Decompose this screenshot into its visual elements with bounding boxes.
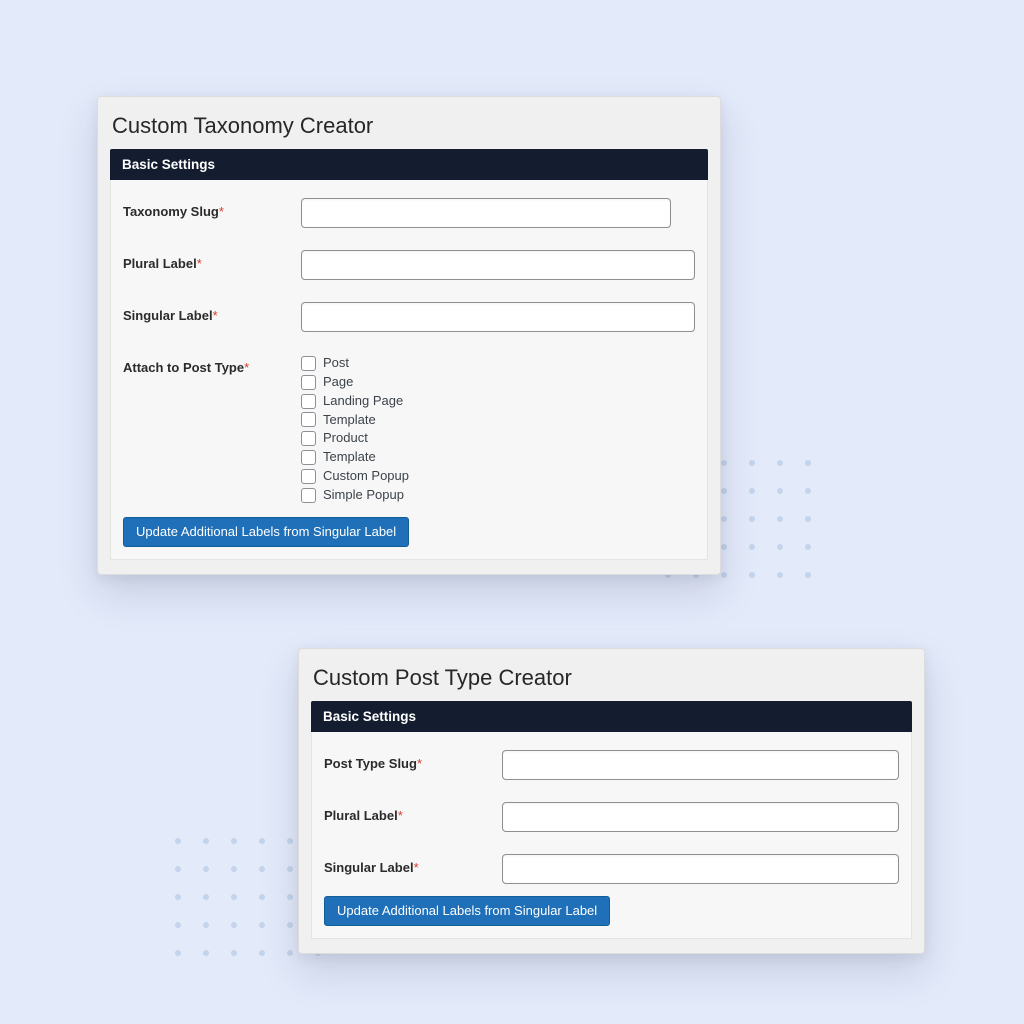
row-plural-label: Plural Label* [123,250,695,280]
plural-label-input[interactable] [301,250,695,280]
option-label: Custom Popup [323,467,409,486]
option-product[interactable]: Product [301,429,695,448]
checkbox[interactable] [301,469,316,484]
row-singular-label: Singular Label* [324,854,899,884]
checkbox[interactable] [301,412,316,427]
option-label: Landing Page [323,392,403,411]
option-page[interactable]: Page [301,373,695,392]
section-header: Basic Settings [311,701,912,732]
taxonomy-slug-input[interactable] [301,198,671,228]
label-taxonomy-slug: Taxonomy Slug* [123,198,301,219]
singular-label-input[interactable] [301,302,695,332]
checkbox[interactable] [301,356,316,371]
label-text: Singular Label [324,860,414,875]
label-text: Taxonomy Slug [123,204,219,219]
option-template-2[interactable]: Template [301,448,695,467]
option-label: Post [323,354,349,373]
row-taxonomy-slug: Taxonomy Slug* [123,198,695,228]
option-label: Simple Popup [323,486,404,505]
required-asterisk: * [197,256,202,271]
label-plural: Plural Label* [123,250,301,271]
post-type-creator-card: Custom Post Type Creator Basic Settings … [298,648,925,954]
checkbox[interactable] [301,450,316,465]
row-singular-label: Singular Label* [123,302,695,332]
checkbox[interactable] [301,431,316,446]
checkbox[interactable] [301,488,316,503]
option-label: Page [323,373,353,392]
required-asterisk: * [417,756,422,771]
plural-label-input[interactable] [502,802,899,832]
checkbox[interactable] [301,375,316,390]
option-label: Product [323,429,368,448]
option-landing-page[interactable]: Landing Page [301,392,695,411]
update-labels-button[interactable]: Update Additional Labels from Singular L… [123,517,409,547]
update-labels-button[interactable]: Update Additional Labels from Singular L… [324,896,610,926]
row-post-type-slug: Post Type Slug* [324,750,899,780]
section-body: Taxonomy Slug* Plural Label* Singular La… [110,180,708,560]
taxonomy-creator-card: Custom Taxonomy Creator Basic Settings T… [97,96,721,575]
post-type-options: Post Page Landing Page Template Product … [301,354,695,505]
option-label: Template [323,411,376,430]
post-type-slug-input[interactable] [502,750,899,780]
row-attach-post-type: Attach to Post Type* Post Page Landing P… [123,354,695,505]
card-title: Custom Post Type Creator [311,661,912,701]
singular-label-input[interactable] [502,854,899,884]
required-asterisk: * [244,360,249,375]
label-text: Plural Label [324,808,398,823]
option-template[interactable]: Template [301,411,695,430]
label-text: Singular Label [123,308,213,323]
checkbox[interactable] [301,394,316,409]
option-post[interactable]: Post [301,354,695,373]
label-singular: Singular Label* [123,302,301,323]
label-post-type-slug: Post Type Slug* [324,750,502,771]
required-asterisk: * [414,860,419,875]
label-text: Post Type Slug [324,756,417,771]
label-singular: Singular Label* [324,854,502,875]
option-simple-popup[interactable]: Simple Popup [301,486,695,505]
label-attach-post-type: Attach to Post Type* [123,354,301,375]
required-asterisk: * [213,308,218,323]
required-asterisk: * [219,204,224,219]
section-header: Basic Settings [110,149,708,180]
label-text: Plural Label [123,256,197,271]
option-label: Template [323,448,376,467]
label-plural: Plural Label* [324,802,502,823]
option-custom-popup[interactable]: Custom Popup [301,467,695,486]
card-title: Custom Taxonomy Creator [110,109,708,149]
row-plural-label: Plural Label* [324,802,899,832]
section-body: Post Type Slug* Plural Label* Singular L… [311,732,912,939]
label-text: Attach to Post Type [123,360,244,375]
required-asterisk: * [398,808,403,823]
